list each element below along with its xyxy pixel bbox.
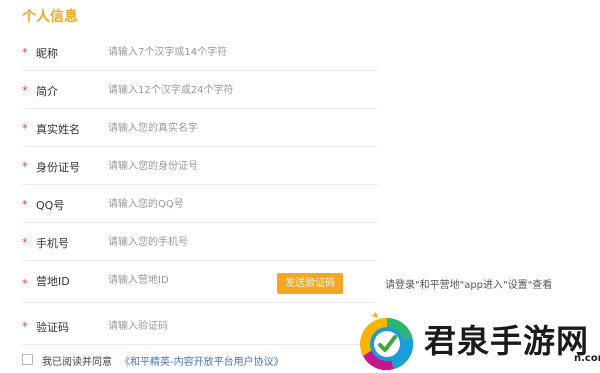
required-mark: * bbox=[22, 84, 28, 97]
verify-code-input[interactable] bbox=[108, 313, 328, 339]
required-mark: * bbox=[22, 122, 28, 135]
id-number-input[interactable] bbox=[108, 153, 358, 179]
phone-input[interactable] bbox=[108, 229, 358, 255]
required-mark: * bbox=[22, 236, 28, 249]
real-name-label: 真实姓名 bbox=[36, 123, 80, 136]
watermark-logo-icon bbox=[360, 312, 414, 371]
required-mark: * bbox=[22, 160, 28, 173]
field-row-nickname: * 昵称 bbox=[22, 33, 378, 71]
field-row-bio: * 简介 bbox=[22, 71, 378, 109]
camp-id-label: 营地ID bbox=[36, 275, 70, 288]
phone-label: 手机号 bbox=[36, 237, 69, 250]
camp-id-input[interactable] bbox=[108, 267, 288, 293]
camp-id-hint: 请登录"和平营地"app进入"设置"查看 bbox=[385, 280, 553, 291]
field-row-qq: * QQ号 bbox=[22, 185, 378, 223]
field-row-real-name: * 真实姓名 bbox=[22, 109, 378, 147]
agreement-text: 我已阅读并同意 bbox=[42, 357, 112, 368]
required-mark: * bbox=[22, 277, 28, 290]
real-name-input[interactable] bbox=[108, 115, 358, 141]
field-row-phone: * 手机号 bbox=[22, 223, 378, 261]
page-title: 个人信息 bbox=[22, 9, 78, 25]
required-mark: * bbox=[22, 320, 28, 333]
id-number-label: 身份证号 bbox=[36, 161, 80, 174]
watermark: 君泉手游网 n.com bbox=[352, 308, 600, 373]
agree-checkbox[interactable] bbox=[22, 354, 33, 365]
qq-label: QQ号 bbox=[36, 199, 65, 212]
watermark-domain: n.com bbox=[574, 353, 600, 364]
qq-input[interactable] bbox=[108, 191, 358, 217]
watermark-brand: 君泉手游网 bbox=[424, 322, 590, 360]
bio-label: 简介 bbox=[36, 85, 58, 98]
bio-input[interactable] bbox=[108, 77, 358, 103]
agreement-link[interactable]: 《和平精英-内容开放平台用户协议》 bbox=[120, 353, 284, 368]
verify-code-label: 验证码 bbox=[36, 321, 69, 334]
field-row-id-number: * 身份证号 bbox=[22, 147, 378, 185]
send-code-button[interactable]: 发送验证码 bbox=[277, 273, 343, 294]
nickname-label: 昵称 bbox=[36, 47, 58, 60]
required-mark: * bbox=[22, 46, 28, 59]
field-row-verify-code: * 验证码 bbox=[22, 307, 378, 345]
required-mark: * bbox=[22, 198, 28, 211]
nickname-input[interactable] bbox=[108, 39, 358, 65]
